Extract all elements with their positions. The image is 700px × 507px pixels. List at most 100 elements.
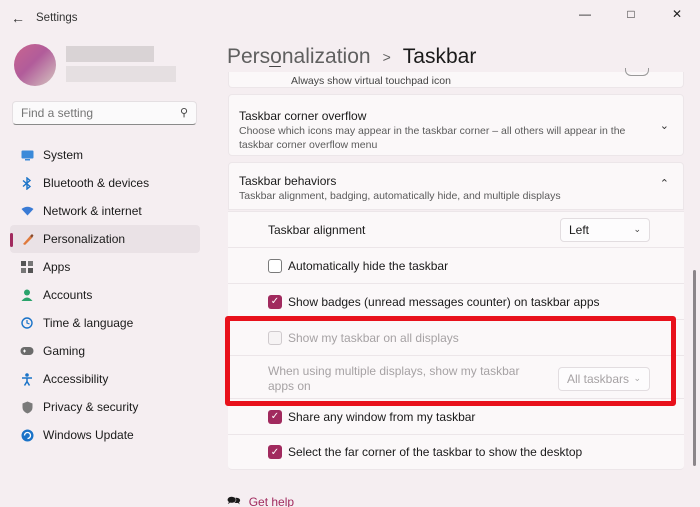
behaviors-title: Taskbar behaviors — [239, 174, 337, 188]
sidebar-item-label: Accessibility — [43, 372, 109, 386]
far-corner-label: Select the far corner of the taskbar to … — [288, 445, 583, 459]
user-profile[interactable] — [14, 44, 204, 86]
sidebar-item-accessibility[interactable]: Accessibility — [10, 365, 200, 393]
search-box[interactable]: ⚲ — [12, 101, 197, 125]
sidebar-item-label: Gaming — [43, 344, 86, 358]
alignment-label: Taskbar alignment — [268, 222, 366, 237]
brush-icon — [20, 232, 34, 246]
taskbar-behaviors-header[interactable]: Taskbar behaviors Taskbar alignment, bad… — [228, 162, 684, 210]
page-title: Taskbar — [402, 45, 477, 68]
badges-row: ✓ Show badges (unread messages counter) … — [228, 283, 684, 319]
breadcrumb-separator: > — [382, 49, 391, 65]
minimize-icon: — — [579, 7, 591, 21]
chevron-down-icon: ⌄ — [659, 120, 669, 132]
sidebar-item-label: Time & language — [43, 316, 134, 330]
sidebar-item-network[interactable]: Network & internet — [10, 197, 200, 225]
far-corner-checkbox[interactable]: ✓ — [268, 445, 282, 459]
breadcrumb-parent[interactable]: Personalization — [227, 45, 371, 69]
share-window-row: ✓ Share any window from my taskbar — [228, 398, 684, 434]
app-title: Settings — [36, 12, 78, 24]
chevron-down-icon: ⌄ — [633, 373, 641, 383]
profile-name-redacted — [66, 46, 154, 62]
taskbar-alignment-row: Taskbar alignment Left ⌄ — [228, 211, 684, 247]
gamepad-icon — [20, 344, 34, 358]
wifi-icon — [20, 204, 34, 218]
accessibility-icon — [20, 372, 34, 386]
scrollbar[interactable] — [693, 270, 696, 466]
window-controls: — □ ✕ — [562, 0, 700, 28]
close-button[interactable]: ✕ — [654, 0, 700, 28]
sidebar-item-label: Accounts — [43, 288, 93, 302]
chevron-up-icon: ⌃ — [659, 178, 669, 190]
get-help[interactable]: 🗪 Get help — [227, 492, 294, 507]
globe-clock-icon — [20, 316, 34, 330]
avatar — [14, 44, 56, 86]
touchpad-toggle[interactable] — [625, 68, 649, 76]
get-help-link[interactable]: Get help — [249, 495, 294, 507]
sidebar-item-time-language[interactable]: Time & language — [10, 309, 200, 337]
all-displays-row: Show my taskbar on all displays — [228, 319, 684, 355]
checkmark-icon: ✓ — [270, 296, 280, 307]
sidebar-item-label: Windows Update — [43, 428, 134, 442]
maximize-button[interactable]: □ — [608, 0, 654, 28]
sidebar-item-bluetooth[interactable]: Bluetooth & devices — [10, 169, 200, 197]
search-input[interactable] — [21, 106, 171, 120]
auto-hide-row: Automatically hide the taskbar — [228, 247, 684, 283]
sidebar-item-label: Apps — [43, 260, 71, 274]
corner-overflow-subtitle: Choose which icons may appear in the tas… — [239, 125, 626, 151]
auto-hide-checkbox[interactable] — [268, 258, 282, 273]
back-button[interactable]: ← — [8, 8, 28, 28]
taskbar-corner-overflow-card[interactable]: Taskbar corner overflow Choose which ico… — [228, 94, 684, 156]
sidebar-item-gaming[interactable]: Gaming — [10, 337, 200, 365]
touchpad-checkbox[interactable] — [269, 66, 281, 67]
close-icon: ✕ — [671, 7, 683, 21]
arrow-left-icon: ← — [11, 10, 25, 26]
far-corner-row: ✓ Select the far corner of the taskbar t… — [228, 434, 684, 470]
badges-checkbox[interactable]: ✓ — [268, 294, 282, 309]
sidebar-item-label: Personalization — [43, 232, 126, 246]
multi-display-value: All taskbars — [567, 371, 630, 386]
all-displays-checkbox[interactable] — [268, 330, 282, 345]
multi-display-dropdown[interactable]: All taskbars ⌄ — [558, 366, 650, 391]
title-bar: ← Settings — □ ✕ — [0, 0, 700, 36]
breadcrumb: Personalization > Taskbar — [227, 42, 476, 72]
apps-icon — [20, 260, 34, 274]
chevron-down-icon: ⌄ — [633, 224, 641, 234]
sidebar-item-personalization[interactable]: Personalization — [10, 225, 200, 253]
all-displays-label: Show my taskbar on all displays — [288, 330, 459, 345]
sidebar-item-windows-update[interactable]: Windows Update — [10, 421, 200, 449]
share-window-checkbox[interactable]: ✓ — [268, 409, 282, 424]
sidebar-item-label: Bluetooth & devices — [43, 176, 150, 190]
sidebar-item-system[interactable]: System — [10, 141, 200, 169]
bluetooth-icon — [20, 176, 34, 190]
multi-display-row: When using multiple displays, show my ta… — [228, 355, 684, 401]
sidebar-item-label: System — [43, 148, 84, 162]
touchpad-row: Always show virtual touchpad icon — [228, 66, 684, 88]
sidebar-item-label: Privacy & security — [43, 400, 139, 414]
shield-icon — [20, 400, 34, 414]
sidebar-nav: System Bluetooth & devices Network & int… — [10, 141, 200, 449]
auto-hide-label: Automatically hide the taskbar — [288, 258, 449, 273]
refresh-icon — [20, 428, 34, 442]
help-icon: 🗪 — [227, 495, 241, 507]
monitor-icon — [20, 148, 34, 162]
multi-display-label: When using multiple displays, show my ta… — [268, 363, 520, 393]
behaviors-subtitle: Taskbar alignment, badging, automaticall… — [239, 190, 561, 202]
minimize-button[interactable]: — — [562, 0, 608, 28]
corner-overflow-title: Taskbar corner overflow — [239, 109, 367, 123]
touchpad-label: Always show virtual touchpad icon — [291, 75, 451, 87]
sidebar-item-label: Network & internet — [43, 204, 142, 218]
sidebar-item-accounts[interactable]: Accounts — [10, 281, 200, 309]
badges-label: Show badges (unread messages counter) on… — [288, 294, 600, 309]
alignment-value: Left — [569, 222, 590, 237]
profile-email-redacted — [66, 66, 176, 82]
alignment-dropdown[interactable]: Left ⌄ — [560, 217, 650, 242]
person-icon — [20, 288, 34, 302]
checkmark-icon: ✓ — [270, 411, 280, 422]
checkmark-icon: ✓ — [270, 446, 280, 458]
share-window-label: Share any window from my taskbar — [288, 409, 476, 424]
maximize-icon: □ — [627, 7, 635, 21]
sidebar-item-apps[interactable]: Apps — [10, 253, 200, 281]
search-icon: ⚲ — [179, 107, 188, 119]
sidebar-item-privacy-security[interactable]: Privacy & security — [10, 393, 200, 421]
